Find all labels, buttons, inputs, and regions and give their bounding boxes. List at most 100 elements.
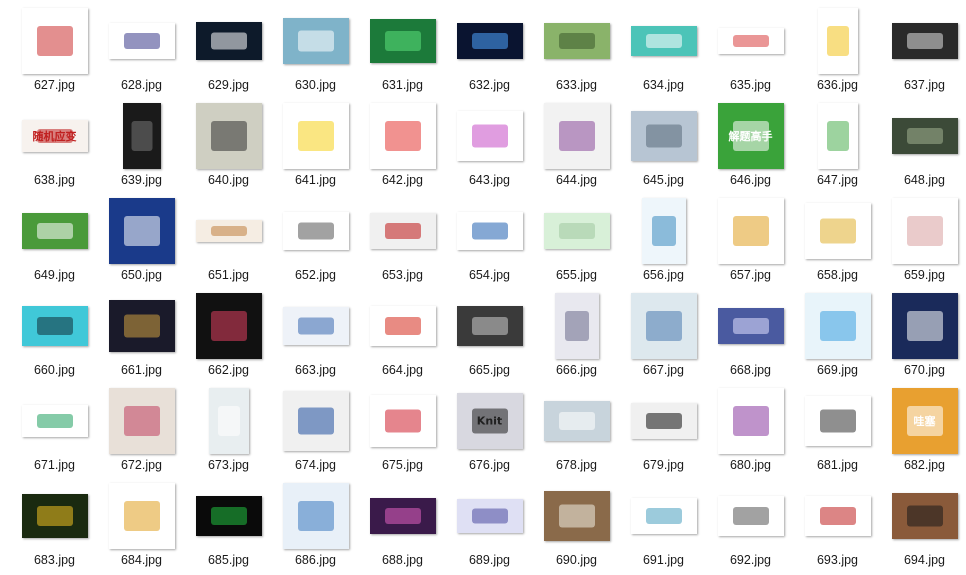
file-item[interactable]: 672.jpg bbox=[98, 385, 185, 480]
file-item[interactable]: 627.jpg bbox=[11, 5, 98, 100]
file-item[interactable]: 655.jpg bbox=[533, 195, 620, 290]
thumbnail-motif bbox=[297, 317, 334, 335]
file-item[interactable]: 642.jpg bbox=[359, 100, 446, 195]
file-item[interactable]: 666.jpg bbox=[533, 290, 620, 385]
file-item[interactable]: 656.jpg bbox=[620, 195, 707, 290]
file-item[interactable]: 681.jpg bbox=[794, 385, 881, 480]
file-item[interactable]: 689.jpg bbox=[446, 480, 533, 575]
file-item[interactable]: 680.jpg bbox=[707, 385, 794, 480]
file-item[interactable]: 667.jpg bbox=[620, 290, 707, 385]
file-item[interactable]: 694.jpg bbox=[881, 480, 966, 575]
file-thumbnail bbox=[620, 385, 707, 457]
file-item[interactable]: 632.jpg bbox=[446, 5, 533, 100]
file-item[interactable]: 解题高手 646.jpg bbox=[707, 100, 794, 195]
file-item[interactable]: 631.jpg bbox=[359, 5, 446, 100]
file-item[interactable]: 688.jpg bbox=[359, 480, 446, 575]
file-item[interactable]: 669.jpg bbox=[794, 290, 881, 385]
file-item[interactable]: 679.jpg bbox=[620, 385, 707, 480]
file-item[interactable]: Knit 676.jpg bbox=[446, 385, 533, 480]
file-item[interactable]: 692.jpg bbox=[707, 480, 794, 575]
chinese-text-icon: 随机应变 bbox=[21, 120, 88, 152]
file-thumbnail bbox=[881, 195, 966, 267]
file-item[interactable]: 670.jpg bbox=[881, 290, 966, 385]
file-item[interactable]: 650.jpg bbox=[98, 195, 185, 290]
file-item[interactable]: 641.jpg bbox=[272, 100, 359, 195]
file-thumbnail bbox=[272, 195, 359, 267]
thumbnail-motif bbox=[471, 317, 508, 335]
file-item[interactable]: 686.jpg bbox=[272, 480, 359, 575]
file-item[interactable]: 哇塞 682.jpg bbox=[881, 385, 966, 480]
file-item[interactable]: 648.jpg bbox=[881, 100, 966, 195]
file-item[interactable]: 662.jpg bbox=[185, 290, 272, 385]
file-item[interactable]: 628.jpg bbox=[98, 5, 185, 100]
file-item[interactable]: 639.jpg bbox=[98, 100, 185, 195]
file-item[interactable]: 660.jpg bbox=[11, 290, 98, 385]
ear-buds-icon bbox=[630, 498, 697, 534]
file-thumbnail bbox=[707, 480, 794, 552]
file-item[interactable]: 651.jpg bbox=[185, 195, 272, 290]
file-item[interactable]: 693.jpg bbox=[794, 480, 881, 575]
file-thumbnail bbox=[881, 100, 966, 172]
phone-screen-icon bbox=[122, 103, 161, 169]
file-name: 636.jpg bbox=[816, 78, 858, 92]
file-item[interactable]: 665.jpg bbox=[446, 290, 533, 385]
file-item[interactable]: 654.jpg bbox=[446, 195, 533, 290]
file-item[interactable]: 653.jpg bbox=[359, 195, 446, 290]
file-item[interactable]: 659.jpg bbox=[881, 195, 966, 290]
file-item[interactable]: 663.jpg bbox=[272, 290, 359, 385]
file-thumbnail bbox=[533, 195, 620, 267]
file-item[interactable]: 645.jpg bbox=[620, 100, 707, 195]
file-item[interactable]: 683.jpg bbox=[11, 480, 98, 575]
file-item[interactable]: 649.jpg bbox=[11, 195, 98, 290]
file-item[interactable]: 640.jpg bbox=[185, 100, 272, 195]
file-name: 656.jpg bbox=[642, 268, 684, 282]
file-name: 674.jpg bbox=[294, 458, 336, 472]
file-item[interactable]: 690.jpg bbox=[533, 480, 620, 575]
file-item[interactable]: 685.jpg bbox=[185, 480, 272, 575]
file-thumbnail bbox=[11, 385, 98, 457]
software-dialog-icon bbox=[282, 391, 349, 451]
file-thumbnail bbox=[707, 385, 794, 457]
file-name: 657.jpg bbox=[729, 268, 771, 282]
file-item[interactable]: 随机应变 638.jpg bbox=[11, 100, 98, 195]
file-item[interactable]: 636.jpg bbox=[794, 5, 881, 100]
file-item[interactable]: 647.jpg bbox=[794, 100, 881, 195]
file-item[interactable]: 678.jpg bbox=[533, 385, 620, 480]
file-item[interactable]: 657.jpg bbox=[707, 195, 794, 290]
thumbnail-motif bbox=[826, 26, 849, 56]
canada-flag-icon bbox=[369, 306, 436, 346]
poster-people-icon bbox=[554, 293, 599, 359]
file-item[interactable]: 673.jpg bbox=[185, 385, 272, 480]
file-item[interactable]: 674.jpg bbox=[272, 385, 359, 480]
file-thumbnail bbox=[533, 385, 620, 457]
file-item[interactable]: 635.jpg bbox=[707, 5, 794, 100]
yellow-book-icon bbox=[282, 103, 349, 169]
file-thumbnail bbox=[359, 385, 446, 457]
file-name: 668.jpg bbox=[729, 363, 771, 377]
thumbnail-motif bbox=[210, 121, 247, 151]
file-thumbnail bbox=[881, 480, 966, 552]
thumbnail-motif bbox=[558, 504, 595, 528]
file-item[interactable]: 652.jpg bbox=[272, 195, 359, 290]
thumbnail-motif bbox=[558, 412, 595, 430]
file-item[interactable]: 629.jpg bbox=[185, 5, 272, 100]
file-item[interactable]: 634.jpg bbox=[620, 5, 707, 100]
file-item[interactable]: 675.jpg bbox=[359, 385, 446, 480]
file-name: 679.jpg bbox=[642, 458, 684, 472]
file-name: 678.jpg bbox=[555, 458, 597, 472]
file-item[interactable]: 658.jpg bbox=[794, 195, 881, 290]
file-item[interactable]: 684.jpg bbox=[98, 480, 185, 575]
file-item[interactable]: 661.jpg bbox=[98, 290, 185, 385]
dark-slide-icon bbox=[456, 306, 523, 346]
file-item[interactable]: 630.jpg bbox=[272, 5, 359, 100]
file-item[interactable]: 644.jpg bbox=[533, 100, 620, 195]
file-item[interactable]: 671.jpg bbox=[11, 385, 98, 480]
file-item[interactable]: 633.jpg bbox=[533, 5, 620, 100]
file-item[interactable]: 691.jpg bbox=[620, 480, 707, 575]
file-item[interactable]: 664.jpg bbox=[359, 290, 446, 385]
file-name: 651.jpg bbox=[207, 268, 249, 282]
file-name: 689.jpg bbox=[468, 553, 510, 567]
file-item[interactable]: 637.jpg bbox=[881, 5, 966, 100]
file-item[interactable]: 643.jpg bbox=[446, 100, 533, 195]
file-item[interactable]: 668.jpg bbox=[707, 290, 794, 385]
